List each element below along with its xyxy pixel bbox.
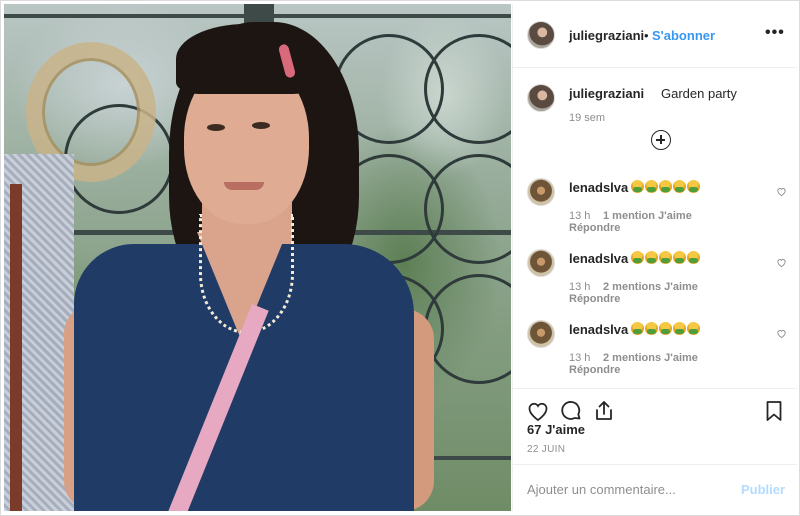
nauseated-face-emoji (645, 322, 658, 335)
woman-eye-left (207, 124, 225, 131)
comment-item: lenadslva 13 h 1 mention J'aime Répondre (513, 178, 797, 244)
commenter-avatar[interactable] (527, 249, 555, 277)
header-separator: • (644, 28, 649, 43)
nauseated-face-emoji (659, 180, 672, 193)
comment-bubble-icon[interactable] (559, 399, 583, 423)
commenter-username[interactable]: lenadslva (569, 251, 628, 266)
bookmark-icon[interactable] (762, 399, 786, 423)
post-header: juliegraziani • S'abonner ••• (513, 4, 797, 68)
woman-eye-right (252, 122, 270, 129)
follow-button[interactable]: S'abonner (652, 28, 715, 43)
nauseated-face-emoji (659, 251, 672, 264)
nauseated-face-emoji (631, 322, 644, 335)
commenter-avatar[interactable] (527, 178, 555, 206)
likes-count[interactable]: 67 J'aime (527, 422, 585, 437)
caption-text: Garden party (661, 86, 737, 101)
nauseated-face-emoji (659, 322, 672, 335)
more-options-icon[interactable]: ••• (765, 24, 785, 42)
commenter-username[interactable]: lenadslva (569, 322, 628, 337)
woman-hair-top (176, 24, 316, 94)
comment-like-heart-icon[interactable] (776, 186, 787, 197)
reply-button[interactable]: Répondre (569, 364, 620, 376)
nauseated-face-emoji (687, 180, 700, 193)
comment-time[interactable]: 13 h (569, 352, 590, 364)
comment-item: lenadslva 13 h 2 mentions J'aime Répondr… (513, 320, 797, 386)
person-left-strap (10, 184, 22, 511)
nauseated-face-emoji (631, 251, 644, 264)
comment-like-heart-icon[interactable] (776, 257, 787, 268)
comment-likes[interactable]: 2 mentions J'aime (603, 352, 698, 364)
nauseated-face-emoji (673, 251, 686, 264)
comment-item: lenadslva 13 h 2 mentions J'aime Répondr… (513, 249, 797, 315)
post-sidebar: juliegraziani • S'abonner ••• juliegrazi… (512, 4, 797, 511)
author-avatar[interactable] (527, 21, 555, 49)
comment-emojis (631, 322, 700, 335)
comment-likes[interactable]: 1 mention J'aime (603, 210, 692, 222)
caption-time[interactable]: 19 sem (569, 112, 605, 124)
comment-time[interactable]: 13 h (569, 281, 590, 293)
comment-emojis (631, 180, 700, 193)
nauseated-face-emoji (645, 180, 658, 193)
nauseated-face-emoji (645, 251, 658, 264)
commenter-username[interactable]: lenadslva (569, 180, 628, 195)
post-date[interactable]: 22 JUIN (527, 444, 565, 455)
comment-time[interactable]: 13 h (569, 210, 590, 222)
caption-avatar[interactable] (527, 84, 555, 112)
commenter-avatar[interactable] (527, 320, 555, 348)
author-username[interactable]: juliegraziani (569, 28, 644, 43)
add-comment-bar: Publier (513, 464, 797, 511)
publish-button[interactable]: Publier (741, 482, 785, 497)
heart-icon[interactable] (526, 399, 550, 423)
post-photo[interactable] (4, 4, 511, 511)
nauseated-face-emoji (687, 251, 700, 264)
nauseated-face-emoji (631, 180, 644, 193)
nauseated-face-emoji (673, 180, 686, 193)
woman-mouth (224, 182, 264, 190)
comment-input[interactable] (527, 479, 727, 499)
plus-circle-icon[interactable] (651, 130, 671, 150)
reply-button[interactable]: Répondre (569, 222, 620, 234)
share-icon[interactable] (592, 399, 616, 423)
nauseated-face-emoji (673, 322, 686, 335)
comment-emojis (631, 251, 700, 264)
comment-likes[interactable]: 2 mentions J'aime (603, 281, 698, 293)
caption-username[interactable]: juliegraziani (569, 86, 644, 101)
nauseated-face-emoji (687, 322, 700, 335)
reply-button[interactable]: Répondre (569, 293, 620, 305)
comment-like-heart-icon[interactable] (776, 328, 787, 339)
